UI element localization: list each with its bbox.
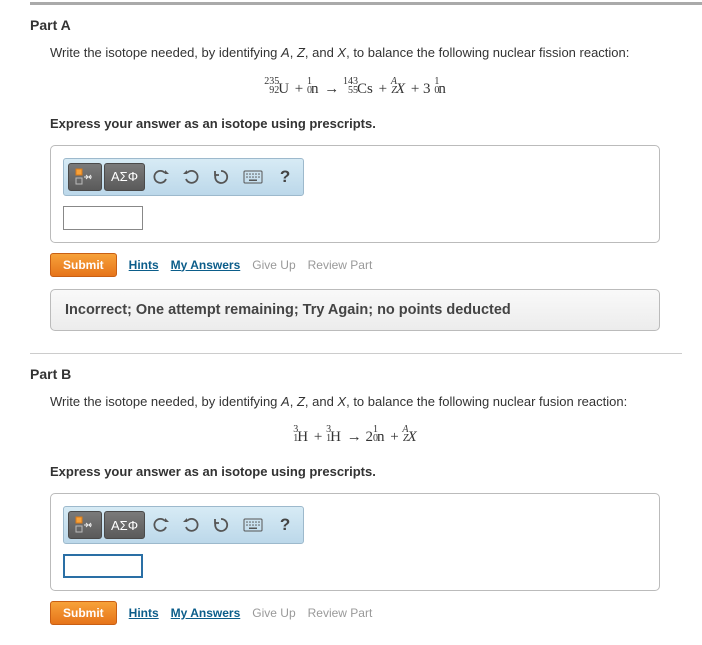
atomic-num: 92 [264,86,279,95]
redo-button[interactable] [177,163,205,191]
keyboard-button[interactable] [237,163,269,191]
text: , [290,394,297,409]
review-part-link[interactable]: Review Part [308,258,373,272]
my-answers-link[interactable]: My Answers [171,258,241,272]
part-b-buttons: Submit Hints My Answers Give Up Review P… [50,601,682,625]
part-a-prompt: Write the isotope needed, by identifying… [50,43,682,63]
top-divider [30,2,702,5]
op: + [390,429,402,445]
var-x: X [337,394,346,409]
atomic-num: 1 [293,434,298,443]
reset-button[interactable] [207,511,235,539]
give-up-link[interactable]: Give Up [252,606,295,620]
text: , [290,45,297,60]
text: Write the isotope needed, by identifying [50,394,281,409]
part-a-header: Part A [30,17,682,33]
part-b-instruct: Express your answer as an isotope using … [50,464,682,479]
part-a-buttons: Submit Hints My Answers Give Up Review P… [50,253,682,277]
template-prescript-button[interactable] [68,511,102,539]
arrow: → [324,81,339,97]
equation-toolbar: ΑΣΦ ? [63,158,304,196]
redo-button[interactable] [177,511,205,539]
coef: 2 [365,429,373,445]
op: + [295,81,307,97]
text: , and [305,45,338,60]
op: + 3 [411,81,434,97]
answer-input[interactable] [63,206,143,230]
part-a-instruct: Express your answer as an isotope using … [50,116,682,131]
undo-button[interactable] [147,163,175,191]
arrow: → [347,429,362,445]
element: U [277,81,291,97]
op: + [314,429,326,445]
atomic-num: 0 [307,86,312,95]
part-b-answer-box: ΑΣΦ ? [50,493,660,591]
element: H [329,429,343,445]
keyboard-button[interactable] [237,511,269,539]
my-answers-link[interactable]: My Answers [171,606,241,620]
hints-link[interactable]: Hints [129,606,159,620]
text: , to balance the following nuclear fissi… [346,45,629,60]
review-part-link[interactable]: Review Part [308,606,373,620]
var-x: X [337,45,346,60]
help-button[interactable]: ? [271,511,299,539]
element: H [296,429,310,445]
var-z: Z [297,394,305,409]
give-up-link[interactable]: Give Up [252,258,295,272]
part-b-equation: 31H + 31H → 210n + AZX [30,425,682,446]
part-a-equation: 23592U + 10n → 14355Cs + AZX + 3 10n [30,77,682,98]
op: + [379,81,391,97]
equation-toolbar: ΑΣΦ ? [63,506,304,544]
var-a: A [281,45,290,60]
greek-symbols-button[interactable]: ΑΣΦ [104,511,145,539]
var-z: Z [297,45,305,60]
answer-input[interactable] [63,554,143,578]
submit-button[interactable]: Submit [50,253,117,277]
submit-button[interactable]: Submit [50,601,117,625]
atomic-num: 55 [343,86,358,95]
text: Write the isotope needed, by identifying [50,45,281,60]
part-a-answer-box: ΑΣΦ ? [50,145,660,243]
text: , and [305,394,338,409]
var-a: A [281,394,290,409]
atomic-num: 0 [434,86,439,95]
atomic-num: Z [391,86,397,95]
part-b-header: Part B [30,366,682,382]
part-b-prompt: Write the isotope needed, by identifying… [50,392,682,412]
reset-button[interactable] [207,163,235,191]
greek-symbols-button[interactable]: ΑΣΦ [104,163,145,191]
atomic-num: 1 [326,434,331,443]
divider [30,353,682,354]
undo-button[interactable] [147,511,175,539]
part-a-feedback: Incorrect; One attempt remaining; Try Ag… [50,289,660,331]
text: , to balance the following nuclear fusio… [346,394,627,409]
template-prescript-button[interactable] [68,163,102,191]
atomic-num: 0 [373,434,378,443]
help-button[interactable]: ? [271,163,299,191]
atomic-num: Z [402,434,408,443]
element: Cs [356,81,375,97]
hints-link[interactable]: Hints [129,258,159,272]
